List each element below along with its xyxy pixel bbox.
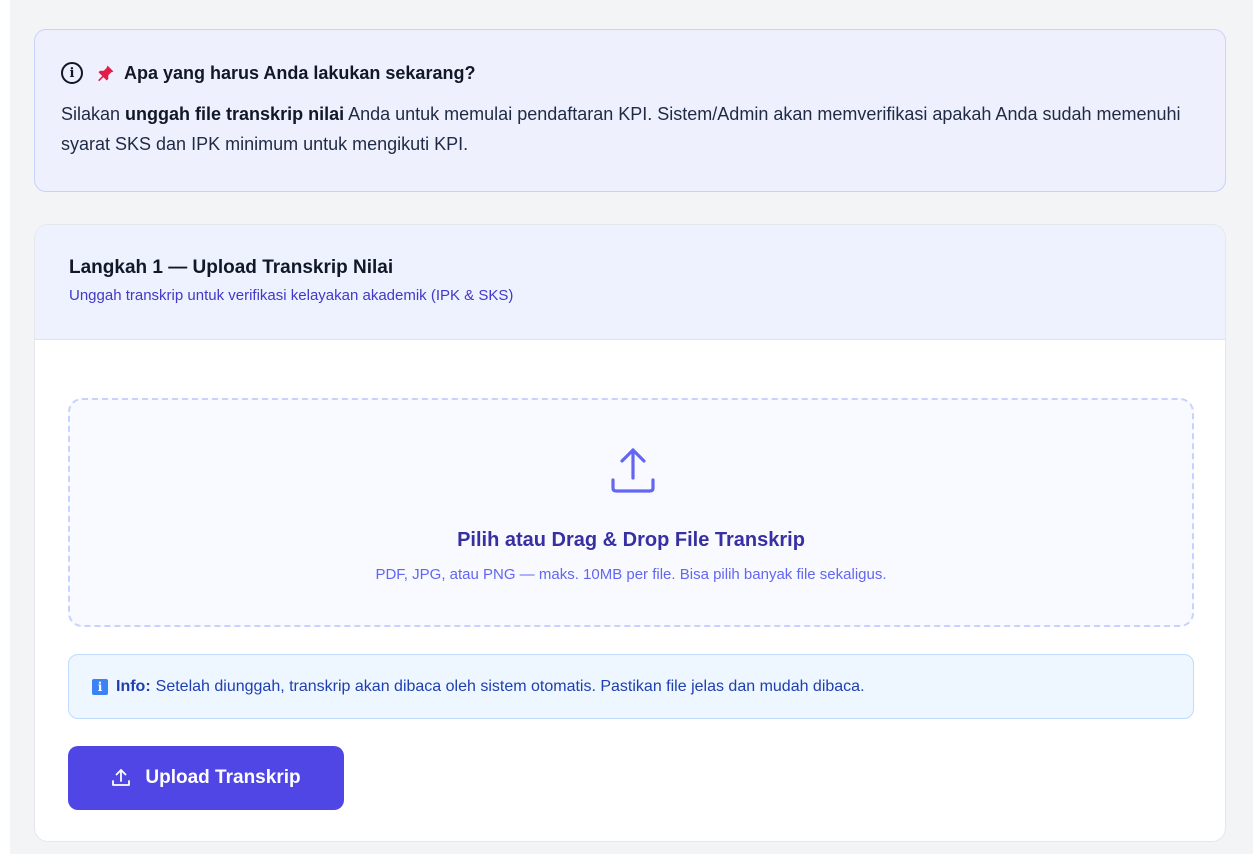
card-subtitle: Unggah transkrip untuk verifikasi kelaya… [69, 287, 514, 304]
info-note: i Info: Setelah diunggah, transkrip akan… [68, 654, 1194, 719]
info-circle-icon: i [61, 62, 83, 84]
instruction-alert: i Apa yang harus Anda lakukan sekarang? … [34, 29, 1226, 192]
dropzone-title: Pilih atau Drag & Drop File Transkrip [457, 529, 805, 551]
alert-body-prefix: Silakan [61, 104, 126, 124]
upload-icon [611, 448, 655, 493]
file-dropzone[interactable]: Pilih atau Drag & Drop File Transkrip PD… [68, 398, 1194, 627]
alert-body-bold: unggah file transkrip nilai [125, 104, 345, 124]
info-square-icon: i [92, 678, 108, 695]
left-edge-strip [0, 0, 10, 854]
card-title: Langkah 1 — Upload Transkrip Nilai [69, 257, 394, 278]
upload-button-label: Upload Transkrip [145, 767, 301, 788]
upload-step-card: Langkah 1 — Upload Transkrip Nilai Ungga… [34, 224, 1226, 842]
alert-title: Apa yang harus Anda lakukan sekarang? [124, 62, 476, 83]
info-note-label: Info: [116, 677, 151, 695]
info-note-text: Setelah diunggah, transkrip akan dibaca … [155, 677, 865, 695]
card-header: Langkah 1 — Upload Transkrip Nilai Ungga… [35, 225, 1225, 340]
dropzone-subtitle: PDF, JPG, atau PNG — maks. 10MB per file… [375, 566, 887, 583]
upload-transcript-button[interactable]: Upload Transkrip [68, 746, 344, 810]
alert-body: Silakan unggah file transkrip nilai Anda… [61, 99, 1191, 159]
alert-header: i Apa yang harus Anda lakukan sekarang? [61, 60, 1191, 86]
page: i Apa yang harus Anda lakukan sekarang? … [0, 0, 1253, 854]
pushpin-icon [98, 65, 114, 82]
upload-icon [112, 769, 131, 786]
